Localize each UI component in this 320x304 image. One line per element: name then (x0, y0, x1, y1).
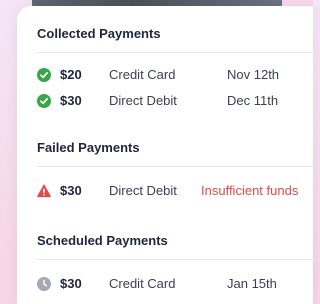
clock-icon (37, 277, 51, 291)
failed-payments-section: Failed Payments $30 Direct Debit Insuffi… (37, 138, 320, 205)
payments-card: Collected Payments $20 Credit Card Nov 1… (17, 6, 320, 304)
payment-date: Nov 12th (227, 67, 280, 82)
collected-payments-section: Collected Payments $20 Credit Card Nov 1… (37, 24, 320, 115)
payment-method: Credit Card (109, 276, 176, 291)
failed-payments-title: Failed Payments (37, 140, 140, 155)
payment-date: Dec 11th (227, 93, 279, 108)
scheduled-payments-section: Scheduled Payments $30 Credit Card Jan 1… (37, 231, 320, 298)
payment-method: Credit Card (109, 67, 176, 82)
payment-row: $20 Credit Card Nov 12th (37, 63, 320, 89)
payment-row: $30 Direct Debit Insufficient funds (37, 179, 320, 205)
payment-method: Direct Debit (109, 183, 177, 198)
check-circle-icon (37, 68, 51, 82)
check-circle-icon (37, 94, 51, 108)
failure-reason: Insufficient funds (201, 183, 299, 198)
payment-amount: $30 (60, 183, 82, 198)
warning-triangle-icon (37, 184, 51, 198)
payment-method: Direct Debit (109, 93, 177, 108)
payment-row: $30 Direct Debit Dec 11th (37, 89, 320, 115)
scheduled-payments-title: Scheduled Payments (37, 233, 168, 248)
payment-amount: $30 (60, 276, 82, 291)
payment-date: Jan 15th (227, 276, 277, 291)
payment-row: $30 Credit Card Jan 15th (37, 272, 320, 298)
payment-amount: $30 (60, 93, 82, 108)
collected-payments-title: Collected Payments (37, 26, 161, 41)
payment-amount: $20 (60, 67, 82, 82)
